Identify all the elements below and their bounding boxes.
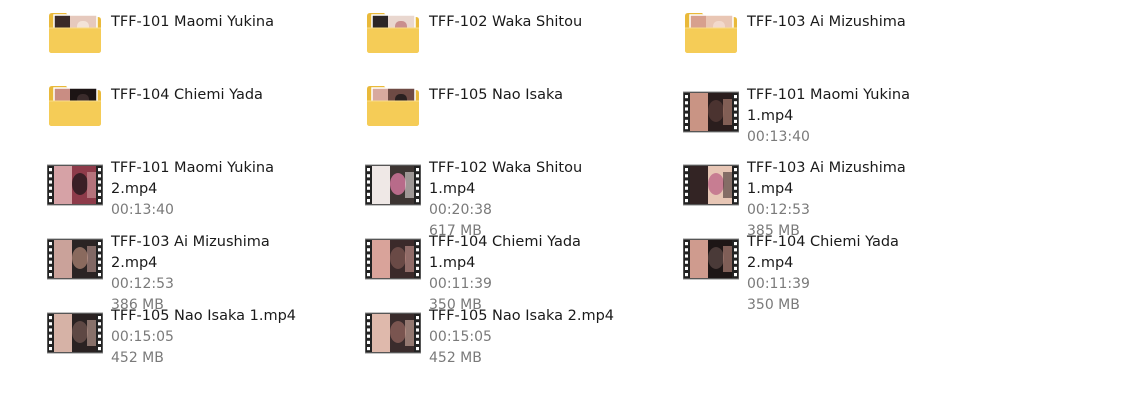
file-name: TFF-105 Nao Isaka 1.mp4 — [111, 308, 297, 324]
file-name: TFF-103 Ai Mizushima 1.mp4 — [747, 160, 906, 197]
file-info: TFF-104 Chiemi Yada — [111, 85, 301, 106]
file-info: TFF-103 Ai Mizushima — [747, 12, 937, 33]
video-file-item[interactable]: TFF-103 Ai Mizushima 1.mp4 00:12:53 385 MB — [636, 158, 936, 239]
file-info: TFF-102 Waka Shitou 1.mp4 00:20:38 617 MB — [429, 158, 619, 242]
folder-item[interactable]: TFF-105 Nao Isaka — [318, 85, 619, 153]
video-thumbnail-icon — [47, 306, 103, 358]
file-info: TFF-105 Nao Isaka 2.mp4 00:15:05 452 MB — [429, 306, 619, 369]
file-duration: 00:13:40 — [747, 129, 810, 145]
file-info: TFF-105 Nao Isaka 1.mp4 00:15:05 452 MB — [111, 306, 301, 369]
folder-thumbnail-icon — [47, 10, 103, 62]
folder-item[interactable]: TFF-101 Maomi Yukina — [0, 12, 301, 80]
file-info: TFF-101 Maomi Yukina 1.mp4 00:13:40 — [747, 85, 937, 148]
video-thumbnail-icon — [365, 306, 421, 358]
file-name: TFF-103 Ai Mizushima 2.mp4 — [111, 234, 270, 271]
file-name: TFF-101 Maomi Yukina 1.mp4 — [747, 87, 910, 124]
video-file-item[interactable]: TFF-104 Chiemi Yada 1.mp4 00:11:39 350 MB — [318, 232, 618, 313]
file-name: TFF-105 Nao Isaka — [429, 87, 564, 103]
video-file-item[interactable]: TFF-101 Maomi Yukina 1.mp4 00:13:40 — [636, 87, 936, 153]
file-duration: 00:13:40 — [111, 202, 174, 218]
video-file-item[interactable]: TFF-103 Ai Mizushima 2.mp4 00:12:53 386 MB — [0, 232, 300, 313]
folder-item[interactable]: TFF-104 Chiemi Yada — [0, 85, 301, 153]
file-info: TFF-105 Nao Isaka — [429, 85, 619, 106]
video-thumbnail-icon — [47, 232, 103, 284]
video-thumbnail-icon — [683, 158, 739, 210]
file-grid: TFF-101 Maomi Yukina TFF-102 Waka Shitou… — [0, 0, 1121, 412]
video-file-item[interactable]: TFF-101 Maomi Yukina 2.mp4 00:13:40 — [0, 160, 300, 226]
file-duration: 00:11:39 — [747, 276, 810, 292]
folder-thumbnail-icon — [365, 83, 421, 135]
folder-item[interactable]: TFF-102 Waka Shitou — [318, 12, 619, 80]
file-duration: 00:15:05 — [429, 329, 492, 345]
file-info: TFF-102 Waka Shitou — [429, 12, 619, 33]
file-info: TFF-103 Ai Mizushima 2.mp4 00:12:53 386 MB — [111, 232, 301, 316]
video-file-item[interactable]: TFF-102 Waka Shitou 1.mp4 00:20:38 617 MB — [318, 158, 618, 239]
file-size: 452 MB — [111, 350, 164, 366]
video-thumbnail-icon — [683, 85, 739, 137]
file-name: TFF-102 Waka Shitou 1.mp4 — [429, 160, 583, 197]
folder-item[interactable]: TFF-103 Ai Mizushima — [636, 12, 937, 80]
file-duration: 00:11:39 — [429, 276, 492, 292]
video-thumbnail-icon — [365, 158, 421, 210]
file-duration: 00:12:53 — [111, 276, 174, 292]
folder-thumbnail-icon — [683, 10, 739, 62]
video-thumbnail-icon — [47, 158, 103, 210]
folder-thumbnail-icon — [47, 83, 103, 135]
file-name: TFF-104 Chiemi Yada — [111, 87, 263, 103]
file-info: TFF-101 Maomi Yukina — [111, 12, 301, 33]
file-info: TFF-104 Chiemi Yada 1.mp4 00:11:39 350 MB — [429, 232, 619, 316]
file-name: TFF-104 Chiemi Yada 1.mp4 — [429, 234, 581, 271]
video-thumbnail-icon — [683, 232, 739, 284]
file-size: 452 MB — [429, 350, 482, 366]
file-name: TFF-105 Nao Isaka 2.mp4 — [429, 308, 615, 324]
file-info: TFF-103 Ai Mizushima 1.mp4 00:12:53 385 MB — [747, 158, 937, 242]
file-duration: 00:15:05 — [111, 329, 174, 345]
file-info: TFF-104 Chiemi Yada 2.mp4 00:11:39 350 MB — [747, 232, 937, 316]
video-file-item[interactable]: TFF-105 Nao Isaka 1.mp4 00:15:05 452 MB — [0, 308, 300, 374]
file-name: TFF-101 Maomi Yukina 2.mp4 — [111, 160, 274, 197]
file-duration: 00:12:53 — [747, 202, 810, 218]
video-thumbnail-icon — [365, 232, 421, 284]
video-file-item[interactable]: TFF-105 Nao Isaka 2.mp4 00:15:05 452 MB — [318, 308, 618, 374]
folder-thumbnail-icon — [365, 10, 421, 62]
file-name: TFF-101 Maomi Yukina — [111, 14, 274, 30]
file-name: TFF-104 Chiemi Yada 2.mp4 — [747, 234, 899, 271]
file-duration: 00:20:38 — [429, 202, 492, 218]
file-size: 350 MB — [747, 297, 800, 313]
file-name: TFF-103 Ai Mizushima — [747, 14, 906, 30]
file-name: TFF-102 Waka Shitou — [429, 14, 583, 30]
file-info: TFF-101 Maomi Yukina 2.mp4 00:13:40 — [111, 158, 301, 221]
video-file-item[interactable]: TFF-104 Chiemi Yada 2.mp4 00:11:39 350 MB — [636, 232, 936, 313]
